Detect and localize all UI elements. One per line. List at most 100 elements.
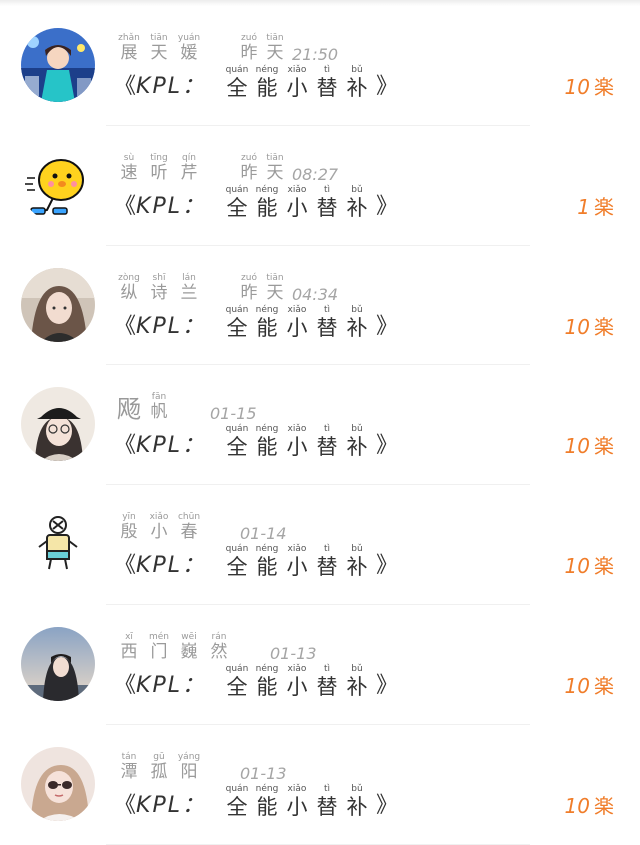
count-value: 10 [564, 434, 590, 459]
count-value: 1 [577, 194, 590, 219]
comment-title[interactable]: 《KPL： quán 全 néng 能 xiǎo 小 tì 替 bǔ 补》 [114, 425, 398, 461]
author-name[interactable]: zòng 纵 shī 诗 lán 兰 [114, 272, 204, 303]
open-bracket: 《 [114, 553, 137, 579]
pinyin: xiǎo [287, 663, 307, 674]
brand-text: KPL： [136, 433, 206, 459]
count-badge[interactable]: 10 楽 [565, 550, 614, 579]
list-item[interactable]: 飏 fān 帆 01-15 《KPL： quán 全 néng 能 xiǎo 小 tì 替 bǔ 补》 10 楽 [0, 365, 640, 486]
pinyin: bǔ [351, 424, 363, 435]
girl-cap-avatar[interactable] [21, 387, 95, 462]
pinyin: bǔ [351, 783, 363, 794]
title-char: bǔ 补 [342, 783, 372, 820]
title-char: quán 全 [222, 784, 252, 820]
author-name[interactable]: xī 西 mén 门 wēi 巍 rán 然 [114, 632, 234, 662]
girl-photo-avatar[interactable] [21, 267, 95, 342]
count-badge[interactable]: 10 楽 [565, 790, 614, 819]
title-char: tì 替 [312, 185, 342, 221]
pinyin: quán [225, 663, 249, 674]
pinyin: yīn [122, 512, 136, 523]
hanzi: 飏 [117, 395, 141, 424]
name-char: 飏 [114, 397, 144, 421]
title-char: xiǎo 小 [282, 545, 312, 580]
pinyin: tīng [150, 152, 168, 163]
count-value: 10 [564, 673, 590, 698]
pinyin: bǔ [351, 304, 363, 315]
count-badge[interactable]: 10 楽 [565, 311, 614, 340]
pinyin: quán [225, 304, 249, 315]
pinyin: xiǎo [149, 512, 169, 523]
time-value: 01-14 [240, 524, 287, 544]
name-char: tīng 听 [144, 152, 174, 183]
count-value: 10 [564, 793, 590, 818]
girl-sky-avatar[interactable] [21, 626, 95, 701]
pinyin: néng [255, 184, 279, 195]
title-char: néng 能 [252, 304, 282, 341]
count-unit: 楽 [594, 673, 614, 698]
count-badge[interactable]: 10 楽 [565, 670, 614, 699]
count-unit: 楽 [594, 75, 614, 99]
list-item[interactable]: yīn 殷 xiǎo 小 chūn 春 01-14 《KPL： quán 全 néng 能 xiǎo 小 t… [0, 485, 640, 605]
list-item[interactable]: xī 西 mén 门 wēi 巍 rán 然 01-13 《KPL： quán 全 néng 能 xiǎo 小… [0, 605, 640, 725]
title-char: néng 能 [252, 545, 282, 580]
time-char: tiān 天 [260, 153, 290, 183]
brand-text: KPL： [136, 74, 206, 99]
pinyin: néng [255, 65, 279, 75]
comment-title[interactable]: 《KPL： quán 全 néng 能 xiǎo 小 tì 替 bǔ 补》 [114, 783, 398, 821]
author-name[interactable]: yīn 殷 xiǎo 小 chūn 春 [114, 512, 204, 543]
close-bracket: 》 [375, 792, 398, 818]
list-item[interactable]: tán 潭 gū 孤 yáng 阳 01-13 《KPL： quán 全 néng 能 xiǎo 小 tì 替… [0, 725, 640, 845]
list-item[interactable]: zhǎn 展 tiān 天 yuán 媛 zuó 昨 tiān 天 21:50 《KPL： quán 全 n… [0, 6, 640, 126]
name-char: xiǎo 小 [144, 512, 174, 543]
pinyin: tì [323, 544, 330, 555]
pinyin: qín [182, 152, 196, 163]
author-name[interactable]: 飏 fān 帆 [114, 392, 174, 423]
open-bracket: 《 [114, 313, 137, 339]
pinyin: shī [152, 272, 166, 283]
title-char: xiǎo 小 [282, 185, 312, 221]
comment-list: zhǎn 展 tiān 天 yuán 媛 zuó 昨 tiān 天 21:50 《KPL： quán 全 n… [0, 6, 640, 845]
comment-title[interactable]: 《KPL： quán 全 néng 能 xiǎo 小 tì 替 bǔ 补》 [114, 66, 398, 102]
girl-sunglasses-avatar[interactable] [21, 746, 95, 821]
comment-title[interactable]: 《KPL： quán 全 néng 能 xiǎo 小 tì 替 bǔ 补》 [114, 304, 398, 342]
time-value: 04:34 [292, 284, 339, 304]
count-value: 10 [564, 554, 590, 579]
count-unit: 楽 [594, 793, 614, 818]
count-badge[interactable]: 10 楽 [565, 71, 614, 100]
brand-text: KPL： [136, 672, 206, 698]
time-value: 21:50 [292, 45, 339, 64]
author-name[interactable]: zhǎn 展 tiān 天 yuán 媛 [114, 33, 204, 64]
list-item[interactable]: sù 速 tīng 听 qín 芹 zuó 昨 tiān 天 08:27 《KPL： quán 全 néng… [0, 126, 640, 246]
name-char: qín 芹 [174, 152, 204, 183]
cartoon-figure-avatar[interactable] [21, 507, 95, 582]
comment-title[interactable]: 《KPL： quán 全 néng 能 xiǎo 小 tì 替 bǔ 补》 [114, 184, 398, 222]
pinyin: gū [153, 751, 165, 762]
author-name[interactable]: tán 潭 gū 孤 yáng 阳 [114, 751, 204, 782]
anime-boy-avatar[interactable] [21, 28, 95, 102]
count-badge[interactable]: 10 楽 [565, 430, 614, 459]
title-char: néng 能 [252, 425, 282, 460]
pinyin: tiān [150, 33, 168, 43]
author-name[interactable]: sù 速 tīng 听 qín 芹 [114, 152, 204, 183]
pinyin: quán [225, 424, 249, 435]
pinyin: lán [182, 272, 196, 283]
name-char: wēi 巍 [174, 632, 204, 662]
list-item[interactable]: zòng 纵 shī 诗 lán 兰 zuó 昨 tiān 天 04:34 《KPL： quán 全 nén… [0, 246, 640, 366]
name-char: yīn 殷 [114, 512, 144, 543]
name-char: rán 然 [204, 632, 234, 662]
count-unit: 楽 [594, 434, 614, 459]
pinyin: néng [255, 304, 279, 315]
brand-text: KPL： [136, 792, 206, 818]
brand-text: KPL： [136, 193, 206, 219]
count-badge[interactable]: 1楽 [577, 191, 614, 220]
title-char: quán 全 [222, 425, 252, 460]
comment-title[interactable]: 《KPL： quán 全 néng 能 xiǎo 小 tì 替 bǔ 补》 [114, 545, 398, 581]
pinyin: tì [323, 783, 330, 794]
count-value: 10 [564, 314, 590, 339]
title-char: xiǎo 小 [282, 66, 312, 101]
yellow-chick-avatar[interactable] [21, 147, 95, 222]
title-char: quán 全 [222, 545, 252, 580]
title-char: bǔ 补 [342, 664, 372, 700]
title-char: quán 全 [222, 304, 252, 341]
comment-title[interactable]: 《KPL： quán 全 néng 能 xiǎo 小 tì 替 bǔ 补》 [114, 663, 398, 701]
pinyin: fān [151, 392, 167, 403]
